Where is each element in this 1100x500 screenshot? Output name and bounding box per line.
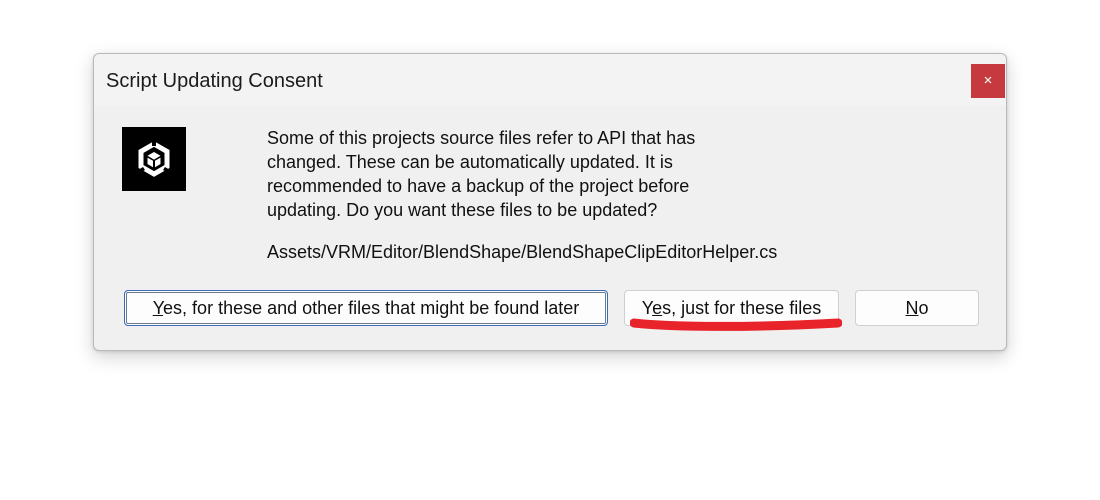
unity-logo-graphic — [138, 140, 170, 177]
script-updating-consent-dialog: Script Updating Consent × Some of this p… — [93, 53, 1007, 351]
no-button[interactable]: No — [855, 290, 979, 326]
consent-message: Some of this projects source files refer… — [267, 128, 696, 220]
close-button[interactable]: × — [971, 64, 1005, 98]
no-mnemonic: N — [905, 298, 919, 318]
affected-file-path: Assets/VRM/Editor/BlendShape/BlendShapeC… — [267, 242, 778, 262]
unity-logo-icon — [122, 127, 186, 191]
yes-these-mnemonic: e — [652, 298, 663, 318]
yes-for-all-files-button[interactable]: Yes, for these and other files that migh… — [124, 290, 608, 326]
no-label: o — [918, 298, 929, 318]
yes-just-these-files-button[interactable]: Yes, just for these files — [624, 290, 839, 326]
yes-these-label: s, just for these files — [662, 298, 822, 318]
title-bar[interactable]: Script Updating Consent × — [94, 54, 1006, 106]
dialog-title: Script Updating Consent — [106, 70, 323, 92]
close-icon: × — [983, 72, 993, 89]
yes-these-label-start: Y — [641, 298, 653, 318]
yes-all-mnemonic: Y — [152, 298, 164, 318]
yes-all-label: es, for these and other files that might… — [163, 298, 580, 318]
